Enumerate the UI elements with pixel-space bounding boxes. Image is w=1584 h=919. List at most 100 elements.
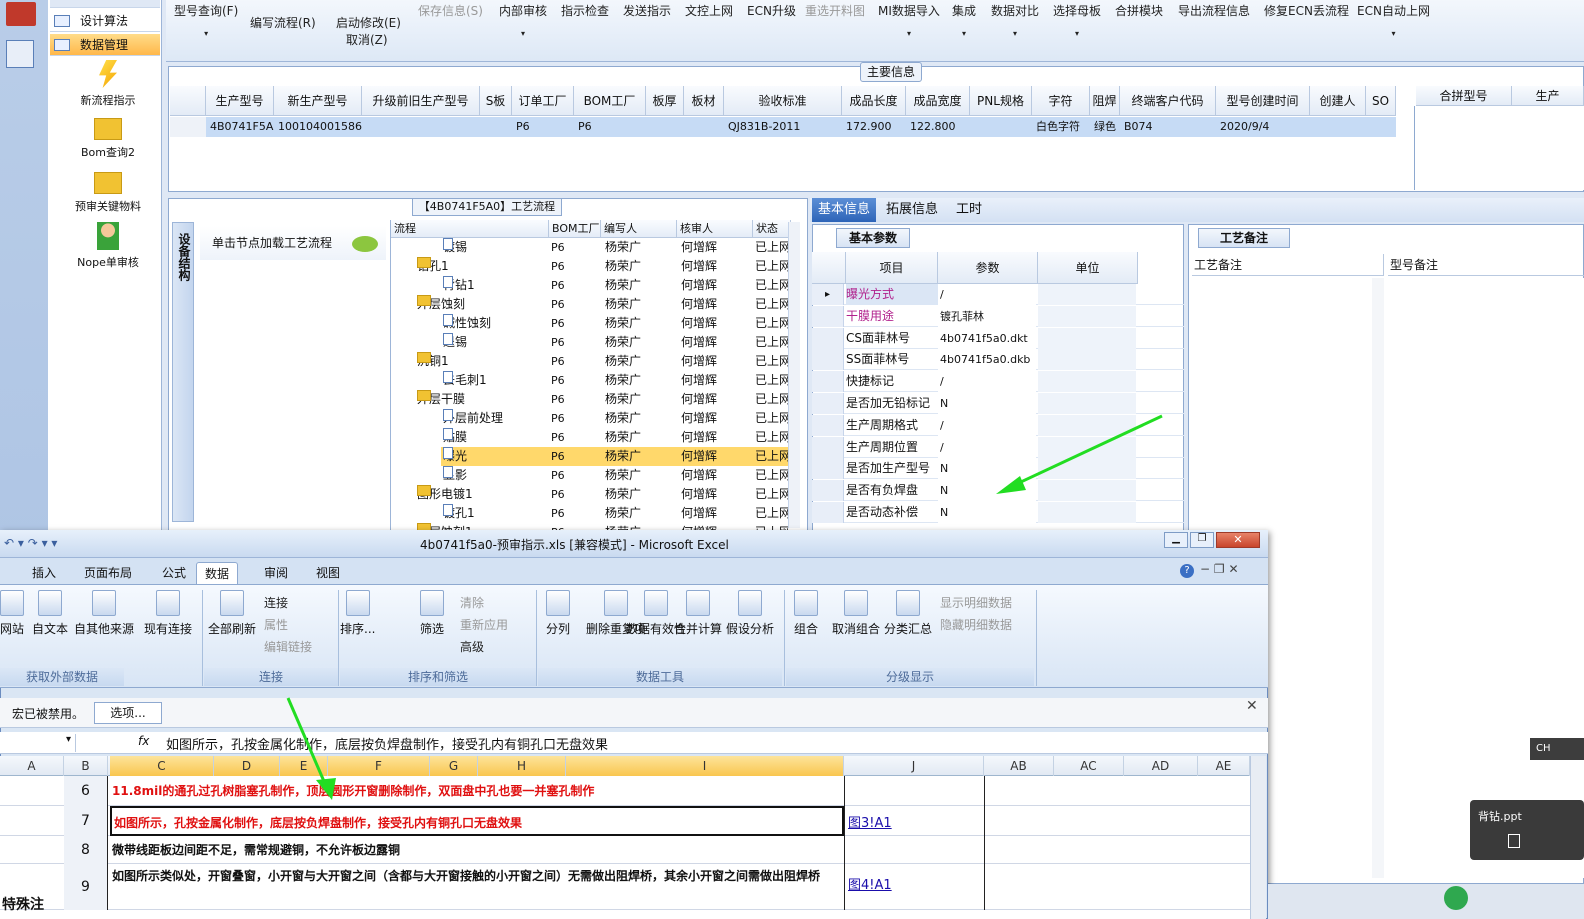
toolbar-reselect-cutting[interactable]: 重选开料图	[805, 2, 865, 19]
ribbon-button[interactable]: 网站	[0, 590, 24, 637]
main-cell[interactable]: B074	[1120, 117, 1216, 137]
tree-node[interactable]: 显影 P6 杨荣广 何增辉 已上网	[391, 466, 791, 485]
toolbar-instruction-check[interactable]: 指示检查	[561, 2, 609, 19]
main-cell[interactable]	[362, 117, 480, 137]
toolbar-integrate[interactable]: 集成 ▾	[952, 2, 976, 38]
model-notes-input[interactable]	[1388, 278, 1584, 878]
main-col-header[interactable]: 新生产型号	[274, 86, 362, 116]
main-col-header[interactable]: 板材	[684, 86, 724, 116]
main-col-header[interactable]: BOM工厂	[574, 86, 646, 116]
column-header[interactable]: AD	[1124, 756, 1198, 776]
main-col-header[interactable]: 阻焊	[1090, 86, 1120, 116]
name-box[interactable]: ▾	[0, 734, 76, 752]
main-cell[interactable]: 10010400158694	[274, 117, 362, 137]
tree-node[interactable]: 曝光 P6 杨荣广 何增辉 已上网	[441, 447, 791, 466]
ribbon-small-button[interactable]: 连接	[264, 594, 288, 611]
menu-item-design-algorithm[interactable]: 设计算法	[50, 10, 160, 32]
ribbon-button[interactable]: 合并计算	[674, 590, 722, 637]
sheet-hyperlink[interactable]: 图4!A1	[848, 874, 892, 893]
toolbar-mi-import[interactable]: MI数据导入 ▾	[878, 2, 940, 38]
param-value[interactable]: 4b0741f5a0.dkb	[938, 349, 1036, 371]
ribbon-small-button[interactable]: 重新应用	[460, 616, 508, 633]
ribbon-small-button[interactable]: 清除	[460, 594, 484, 611]
tree-node[interactable]: 外层蚀刻 P6 杨荣广 何增辉 已上网	[391, 295, 791, 314]
tree-node[interactable]: 背钻1 P6 杨荣广 何增辉 已上网	[391, 276, 791, 295]
macro-close-icon[interactable]: ✕	[1246, 698, 1258, 714]
row-number[interactable]: 6	[64, 776, 108, 806]
main-col-header[interactable]: 成品长度	[842, 86, 906, 116]
column-header[interactable]: J	[844, 756, 984, 776]
ribbon-button[interactable]: 分类汇总	[884, 590, 932, 637]
column-header[interactable]: C	[110, 756, 214, 776]
tree-node[interactable]: 沉铜1 P6 杨荣广 何增辉 已上网	[391, 352, 791, 371]
toolbar-ecn-auto-online[interactable]: ECN自动上网 ▾	[1357, 2, 1430, 38]
ribbon-button[interactable]: 分列	[546, 590, 570, 637]
toolbar-model-query[interactable]: 型号查询(F) ▾	[174, 2, 238, 38]
param-unit[interactable]	[1038, 371, 1136, 393]
main-cell[interactable]	[684, 117, 724, 137]
toolbar-export-process[interactable]: 导出流程信息	[1178, 2, 1250, 19]
param-value[interactable]: /	[938, 371, 1036, 393]
tree-node[interactable]: 贴膜 P6 杨荣广 何增辉 已上网	[391, 428, 791, 447]
main-cell[interactable]: 绿色	[1090, 117, 1120, 137]
main-cell[interactable]: 白色字符	[1032, 117, 1090, 137]
main-cell[interactable]	[646, 117, 684, 137]
param-value[interactable]: N	[938, 502, 1036, 523]
ribbon-button[interactable]: 假设分析	[726, 590, 774, 637]
ribbon-tab[interactable]: 视图	[308, 562, 348, 584]
sheet-cell[interactable]: 如图所示，孔按金属化制作，底层按负焊盘制作，接受孔内有铜孔口无盘效果	[110, 806, 844, 836]
help-icon[interactable]: ?	[1180, 564, 1194, 578]
main-cell[interactable]: 172.900	[842, 117, 906, 137]
param-row[interactable]: CS面菲林号 4b0741f5a0.dkt	[812, 327, 1184, 349]
column-header[interactable]: AB	[984, 756, 1054, 776]
param-row[interactable]: 是否动态补偿 N	[812, 502, 1184, 523]
main-cell[interactable]: 122.800	[906, 117, 970, 137]
main-col-header[interactable]: 订单工厂	[512, 86, 574, 116]
main-cell[interactable]: QJ831B-2011	[724, 117, 842, 137]
main-col-header[interactable]: PNL规格	[970, 86, 1032, 116]
ribbon-tab[interactable]: 审阅	[256, 562, 296, 584]
tree-node[interactable]: 钻孔1 P6 杨荣广 何增辉 已上网	[391, 257, 791, 276]
column-header[interactable]: G	[430, 756, 478, 776]
main-cell[interactable]	[1366, 117, 1396, 137]
nav-key-materials[interactable]: 预审关键物料	[58, 172, 158, 214]
tree-node[interactable]: 镀孔1 P6 杨荣广 何增辉 已上网	[391, 504, 791, 523]
param-unit[interactable]	[1038, 284, 1136, 305]
main-cell[interactable]	[1310, 117, 1366, 137]
tree-scrollbar[interactable]	[788, 222, 800, 528]
toolbar-internal-review[interactable]: 内部审核 ▾	[499, 2, 547, 38]
toolbar-doc-online[interactable]: 文控上网	[685, 2, 733, 19]
menu-item-data-management[interactable]: 数据管理	[50, 34, 160, 56]
ribbon-small-button[interactable]: 高级	[460, 638, 484, 655]
row-number[interactable]: 9	[64, 864, 108, 910]
options-button[interactable]: 选项...	[94, 702, 162, 724]
ribbon-tab[interactable]: 页面布局	[76, 562, 140, 584]
sheet-row[interactable]: 7 如图所示，孔按金属化制作，底层按负焊盘制作，接受孔内有铜孔口无盘效果 图3!A1	[0, 806, 1250, 836]
main-cell[interactable]	[480, 117, 512, 137]
toolbar-fix-ecn[interactable]: 修复ECN丢流程	[1264, 2, 1349, 19]
toolbar-save-info[interactable]: 保存信息(S)	[418, 2, 483, 19]
ribbon-button[interactable]: 自其他来源	[74, 590, 134, 637]
ribbon-button[interactable]: 现有连接	[144, 590, 192, 637]
column-header[interactable]: AC	[1054, 756, 1124, 776]
main-cell[interactable]: P6	[574, 117, 646, 137]
row-number[interactable]: 7	[64, 806, 108, 836]
ribbon-button[interactable]: 组合	[794, 590, 818, 637]
param-row[interactable]: SS面菲林号 4b0741f5a0.dkb	[812, 349, 1184, 371]
main-cell[interactable]: 2020/9/4	[1216, 117, 1310, 137]
ribbon-button[interactable]: 排序...	[340, 590, 375, 637]
quick-access-undo-icon[interactable]: ↶ ▾ ↷ ▾ ▾	[4, 536, 57, 550]
calculator-icon[interactable]	[6, 40, 34, 68]
nav-bom-query[interactable]: Bom查询2	[58, 118, 158, 160]
param-row[interactable]: 快捷标记 /	[812, 371, 1184, 393]
toolbar-ecn-upgrade[interactable]: ECN升级	[747, 2, 796, 19]
ribbon-small-button[interactable]: 显示明细数据	[940, 594, 1012, 611]
main-col-header[interactable]: SO	[1366, 86, 1396, 116]
tab-equipment-structure[interactable]: 设备结构	[172, 222, 194, 522]
tree-node[interactable]: 碱性蚀刻 P6 杨荣广 何增辉 已上网	[391, 314, 791, 333]
main-col-header[interactable]: 字符	[1032, 86, 1090, 116]
tree-node[interactable]: 镀锡 P6 杨荣广 何增辉 已上网	[391, 238, 791, 257]
file-popup[interactable]: 背钻.ppt	[1470, 800, 1584, 860]
main-cell[interactable]	[970, 117, 1032, 137]
toolbar-write-process[interactable]: 编写流程(R)	[250, 14, 316, 31]
